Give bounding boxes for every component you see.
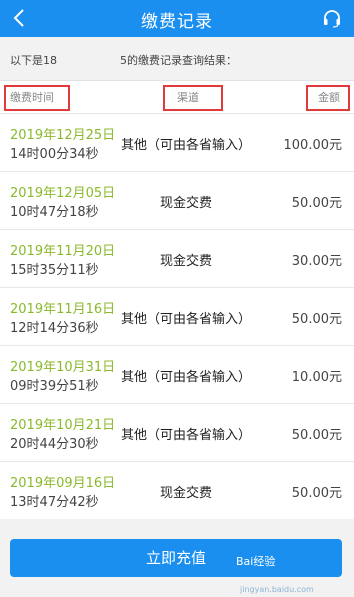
list-item[interactable]: 2019年12月25日 14时00分34秒 其他（可由各省输入） 100.00元: [0, 114, 354, 172]
record-time: 12时14分36秒: [10, 321, 99, 336]
record-time: 14时00分34秒: [10, 147, 99, 162]
record-channel: 现金交费: [159, 196, 212, 211]
query-summary-suffix: 5的缴费记录查询结果：: [120, 54, 237, 67]
record-amount: 50.00元: [291, 428, 342, 443]
record-channel: 现金交费: [159, 486, 212, 501]
record-time: 10时47分18秒: [10, 205, 99, 220]
payment-record-list: 2019年12月25日 14时00分34秒 其他（可由各省输入） 100.00元…: [0, 114, 354, 519]
record-channel: 现金交费: [159, 254, 212, 269]
record-channel: 其他（可由各省输入）: [120, 312, 251, 327]
record-amount: 30.00元: [291, 254, 342, 269]
record-time: 09时39分51秒: [10, 379, 99, 394]
query-summary: 以下是18 5的缴费记录查询结果：: [0, 37, 354, 80]
record-amount: 50.00元: [291, 486, 342, 501]
record-date: 2019年11月20日: [10, 244, 116, 259]
record-time: 20时44分30秒: [10, 437, 99, 452]
record-channel: 其他（可由各省输入）: [120, 138, 251, 153]
redacted-number: [58, 49, 120, 67]
footer: 立即充值 Bai经验 jingyan.baidu.com: [0, 519, 354, 597]
record-amount: 50.00元: [291, 196, 342, 211]
column-header-channel: 渠道: [163, 85, 223, 111]
record-amount: 100.00元: [283, 138, 343, 153]
recharge-button[interactable]: 立即充值: [10, 539, 342, 577]
record-time: 15时35分11秒: [10, 263, 99, 278]
list-item[interactable]: 2019年10月21日 20时44分30秒 其他（可由各省输入） 50.00元: [0, 404, 354, 462]
column-header-time: 缴费时间: [4, 85, 70, 111]
record-date: 2019年10月21日: [10, 418, 116, 433]
record-date: 2019年09月16日: [10, 476, 116, 491]
column-header-amount: 金额: [306, 85, 350, 111]
watermark-text: Bai经验: [236, 555, 276, 568]
list-item[interactable]: 2019年10月31日 09时39分51秒 其他（可由各省输入） 10.00元: [0, 346, 354, 404]
list-item[interactable]: 2019年12月05日 10时47分18秒 现金交费 50.00元: [0, 172, 354, 230]
record-date: 2019年12月25日: [10, 128, 116, 143]
query-summary-prefix: 以下是18: [10, 54, 57, 67]
headset-icon[interactable]: [322, 8, 342, 28]
list-item[interactable]: 2019年11月20日 15时35分11秒 现金交费 30.00元: [0, 230, 354, 288]
list-item[interactable]: 2019年09月16日 13时47分42秒 现金交费 50.00元: [0, 462, 354, 520]
list-item[interactable]: 2019年11月16日 12时14分36秒 其他（可由各省输入） 50.00元: [0, 288, 354, 346]
record-date: 2019年10月31日: [10, 360, 116, 375]
record-amount: 10.00元: [291, 370, 342, 385]
record-channel: 其他（可由各省输入）: [120, 370, 251, 385]
page-title: 缴费记录: [141, 12, 213, 32]
app-header: 缴费记录: [0, 0, 354, 37]
record-date: 2019年11月16日: [10, 302, 116, 317]
watermark-url: jingyan.baidu.com: [240, 585, 314, 594]
record-date: 2019年12月05日: [10, 186, 116, 201]
record-channel: 其他（可由各省输入）: [120, 428, 251, 443]
record-amount: 50.00元: [291, 312, 342, 327]
column-header: 缴费时间 渠道 金额: [0, 80, 354, 114]
record-time: 13时47分42秒: [10, 495, 99, 510]
